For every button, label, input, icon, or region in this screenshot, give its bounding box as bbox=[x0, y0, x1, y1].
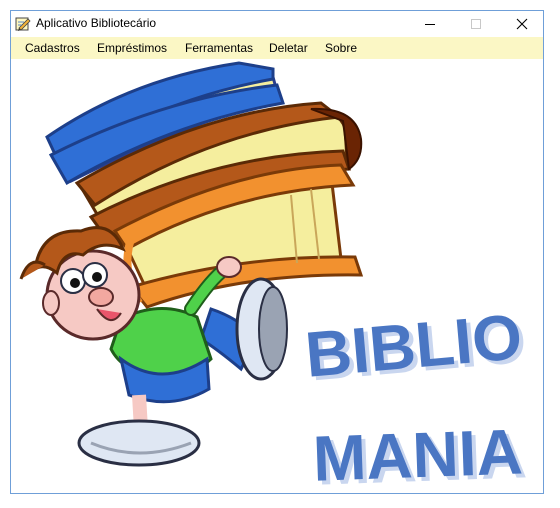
window-title: Aplicativo Bibliotecário bbox=[36, 16, 157, 30]
title-bar[interactable]: Aplicativo Bibliotecário bbox=[11, 11, 543, 37]
svg-text:MANIA: MANIA bbox=[312, 415, 524, 493]
minimize-button[interactable] bbox=[407, 11, 453, 37]
menu-cadastros[interactable]: Cadastros bbox=[25, 41, 80, 55]
close-icon bbox=[516, 18, 528, 30]
menu-emprestimos[interactable]: Empréstimos bbox=[97, 41, 167, 55]
biblio-mania-splash-illustration: BIBLIO BIBLIO MANIA MANIA bbox=[19, 61, 529, 493]
maximize-icon bbox=[471, 19, 481, 29]
menu-bar: Cadastros Empréstimos Ferramentas Deleta… bbox=[11, 37, 543, 59]
biblio-mania-logo-text-line2: MANIA MANIA bbox=[312, 415, 528, 493]
menu-deletar[interactable]: Deletar bbox=[269, 41, 308, 55]
close-button[interactable] bbox=[499, 11, 543, 37]
maximize-button[interactable] bbox=[453, 11, 499, 37]
menu-sobre[interactable]: Sobre bbox=[325, 41, 357, 55]
app-icon bbox=[15, 17, 31, 31]
biblio-mania-logo-text: BIBLIO BIBLIO bbox=[302, 300, 529, 394]
menu-ferramentas[interactable]: Ferramentas bbox=[185, 41, 253, 55]
minimize-icon bbox=[425, 24, 435, 25]
main-window: Aplicativo Bibliotecário Cadastros Empré… bbox=[10, 10, 544, 494]
main-content: BIBLIO BIBLIO MANIA MANIA bbox=[11, 59, 543, 493]
